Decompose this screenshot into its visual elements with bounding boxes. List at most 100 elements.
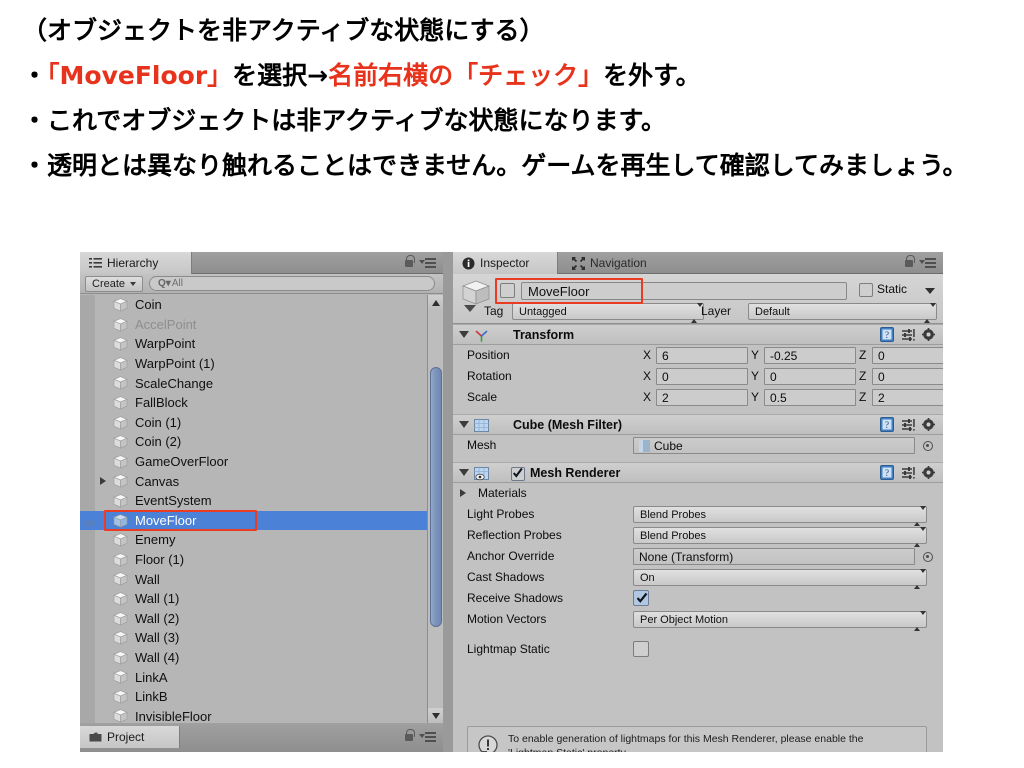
- mesh-object-picker-icon[interactable]: [923, 441, 933, 451]
- component-header-transform[interactable]: Transform ?: [453, 324, 943, 345]
- mesh-object-field[interactable]: Cube: [633, 437, 915, 454]
- hierarchy-item-floor-1[interactable]: Floor (1): [80, 550, 443, 570]
- help-icon[interactable]: ?: [880, 465, 894, 480]
- preview-dropdown-icon[interactable]: [464, 305, 476, 312]
- hierarchy-item-coin-2[interactable]: Coin (2): [80, 432, 443, 452]
- materials-foldout-icon[interactable]: [460, 489, 466, 497]
- gameobject-active-checkbox[interactable]: [500, 283, 515, 298]
- search-input[interactable]: Q▾ All: [149, 276, 435, 291]
- tab-hierarchy[interactable]: Hierarchy: [80, 252, 192, 274]
- gear-icon[interactable]: [922, 327, 936, 342]
- tab-project[interactable]: Project: [80, 726, 180, 748]
- gameobject-cube-icon: [113, 631, 128, 645]
- hierarchy-item-scalechange[interactable]: ScaleChange: [80, 373, 443, 393]
- transform-scale-z-field[interactable]: 2: [872, 389, 943, 406]
- gameobject-cube-icon: [113, 690, 128, 704]
- gameobject-name-field[interactable]: MoveFloor: [521, 282, 847, 300]
- hierarchy-item-invisiblefloor[interactable]: InvisibleFloor: [80, 706, 443, 723]
- component-header-mesh-filter[interactable]: Cube (Mesh Filter) ?: [453, 414, 943, 435]
- mesh-renderer-enabled-checkbox[interactable]: [511, 467, 525, 481]
- inspector-tabbar: Inspector Navigation: [453, 252, 943, 274]
- hierarchy-item-wall-3[interactable]: Wall (3): [80, 628, 443, 648]
- visibility-eye-icon[interactable]: [83, 516, 96, 527]
- component-icons[interactable]: ?: [880, 465, 936, 480]
- foldout-icon[interactable]: [459, 469, 469, 476]
- hierarchy-item-linkb[interactable]: LinkB: [80, 687, 443, 707]
- tag-dropdown[interactable]: Untagged: [512, 303, 704, 323]
- gameobject-cube-icon: [113, 357, 128, 371]
- transform-rotation-x-field[interactable]: 0: [656, 368, 748, 385]
- panel-menu-icon[interactable]: [419, 730, 436, 742]
- tab-navigation[interactable]: Navigation: [563, 252, 659, 274]
- hierarchy-item-wall-1[interactable]: Wall (1): [80, 589, 443, 609]
- hierarchy-item-gameoverfloor[interactable]: GameOverFloor: [80, 452, 443, 472]
- mesh-thumbnail-icon: [639, 439, 650, 452]
- panel-menu-icon[interactable]: [919, 256, 936, 268]
- hierarchy-item-coin[interactable]: Coin: [80, 295, 443, 315]
- lock-icon[interactable]: [904, 255, 915, 268]
- gameobject-cube-icon: [113, 396, 128, 410]
- transform-position-x-field[interactable]: 6: [656, 347, 748, 364]
- transform-scale-x-field[interactable]: 2: [656, 389, 748, 406]
- reflection-probes-dropdown[interactable]: Blend Probes: [633, 527, 927, 547]
- unity-editor-screenshot: Hierarchy Create Q▾ All Coin AccelPoint …: [80, 252, 943, 752]
- light-probes-dropdown[interactable]: Blend Probes: [633, 506, 927, 526]
- transform-row-rotation: Rotation X 0 Y 0 Z 0: [453, 366, 943, 387]
- tab-inspector[interactable]: Inspector: [453, 252, 558, 274]
- hierarchy-item-movefloor[interactable]: MoveFloor: [80, 510, 443, 531]
- hierarchy-item-enemy[interactable]: Enemy: [80, 530, 443, 550]
- help-icon[interactable]: ?: [880, 417, 894, 432]
- layer-dropdown[interactable]: Default: [748, 303, 937, 323]
- foldout-icon[interactable]: [459, 421, 469, 428]
- preset-icon[interactable]: [901, 418, 915, 432]
- motion-vectors-dropdown[interactable]: Per Object Motion: [633, 611, 927, 631]
- panel-menu-icon[interactable]: [419, 256, 436, 268]
- scroll-down-arrow[interactable]: [428, 708, 443, 723]
- hierarchy-scrollbar[interactable]: [427, 295, 443, 723]
- hierarchy-item-coin-1[interactable]: Coin (1): [80, 413, 443, 433]
- foldout-icon[interactable]: [459, 331, 469, 338]
- help-icon[interactable]: ?: [880, 327, 894, 342]
- lock-icon[interactable]: [404, 729, 415, 742]
- hierarchy-item-fallblock[interactable]: FallBlock: [80, 393, 443, 413]
- preset-icon[interactable]: [901, 328, 915, 342]
- hierarchy-item-warppoint-1[interactable]: WarpPoint (1): [80, 354, 443, 374]
- transform-rotation-y-field[interactable]: 0: [764, 368, 856, 385]
- hierarchy-item-canvas[interactable]: Canvas: [80, 471, 443, 491]
- lock-icon[interactable]: [404, 255, 415, 268]
- preset-icon[interactable]: [901, 466, 915, 480]
- transform-position-y-field[interactable]: -0.25: [764, 347, 856, 364]
- hierarchy-item-eventsystem[interactable]: EventSystem: [80, 491, 443, 511]
- cast-shadows-dropdown[interactable]: On: [633, 569, 927, 589]
- hierarchy-list[interactable]: Coin AccelPoint WarpPoint WarpPoint (1) …: [80, 295, 443, 723]
- foldout-icon[interactable]: [100, 477, 106, 486]
- hierarchy-item-linka[interactable]: LinkA: [80, 667, 443, 687]
- transform-rotation-z-field[interactable]: 0: [872, 368, 943, 385]
- gear-icon[interactable]: [922, 417, 936, 432]
- anchor-override-object-field[interactable]: None (Transform): [633, 548, 915, 565]
- static-checkbox[interactable]: [859, 283, 873, 297]
- static-dropdown-icon[interactable]: [925, 288, 935, 294]
- transform-position-z-field[interactable]: 0: [872, 347, 943, 364]
- project-panel-controls[interactable]: [404, 729, 436, 742]
- hierarchy-item-wall[interactable]: Wall: [80, 569, 443, 589]
- inspector-panel-controls[interactable]: [904, 255, 936, 268]
- hierarchy-item-wall-4[interactable]: Wall (4): [80, 648, 443, 668]
- scrollbar-thumb[interactable]: [430, 367, 442, 627]
- hierarchy-item-warppoint[interactable]: WarpPoint: [80, 334, 443, 354]
- hierarchy-panel-controls[interactable]: [404, 255, 436, 268]
- property-label: Reflection Probes: [467, 528, 562, 542]
- hierarchy-item-wall-2[interactable]: Wall (2): [80, 609, 443, 629]
- materials-row[interactable]: Materials: [453, 483, 943, 504]
- lightmap-static-checkbox[interactable]: [633, 641, 649, 657]
- create-button[interactable]: Create: [85, 275, 144, 292]
- scroll-up-arrow[interactable]: [428, 295, 443, 310]
- transform-scale-y-field[interactable]: 0.5: [764, 389, 856, 406]
- anchor-override-object-picker-icon[interactable]: [923, 552, 933, 562]
- component-icons[interactable]: ?: [880, 327, 936, 342]
- receive-shadows-checkbox[interactable]: [633, 590, 649, 606]
- component-icons[interactable]: ?: [880, 417, 936, 432]
- hierarchy-item-accelpoint[interactable]: AccelPoint: [80, 315, 443, 335]
- component-header-mesh-renderer[interactable]: Mesh Renderer ?: [453, 462, 943, 483]
- gear-icon[interactable]: [922, 465, 936, 480]
